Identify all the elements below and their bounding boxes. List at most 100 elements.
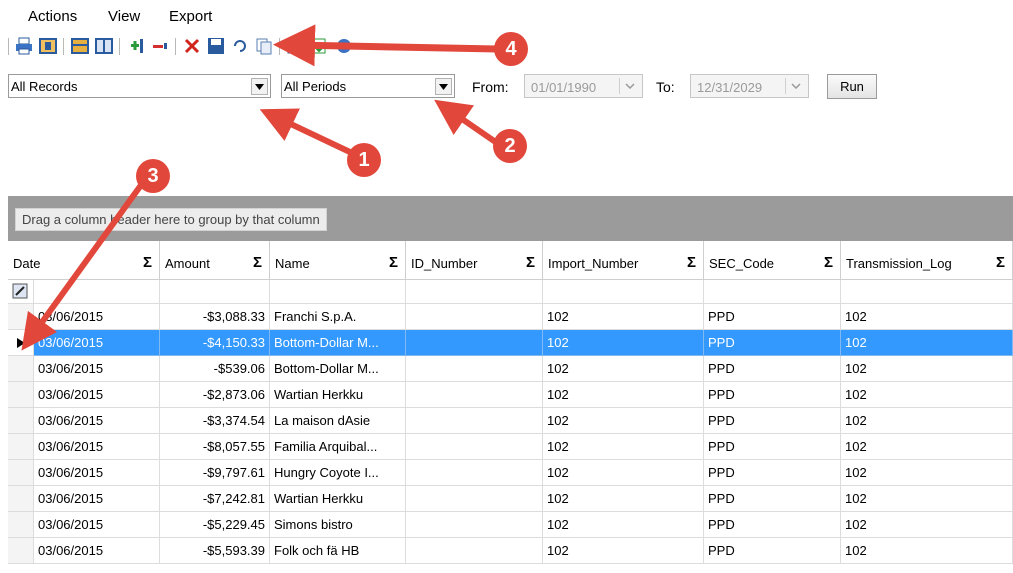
group-by-panel[interactable]: Drag a column header here to group by th… (8, 196, 1013, 241)
cell-date[interactable]: 03/06/2015 (34, 408, 160, 434)
table-icon[interactable] (286, 36, 306, 56)
cell-import-number[interactable]: 102 (543, 460, 704, 486)
column-header-date[interactable]: Date Σ (8, 241, 160, 280)
cell-name[interactable]: Bottom-Dollar M... (270, 330, 406, 356)
add-row-icon[interactable] (126, 36, 146, 56)
row-selector[interactable] (8, 408, 34, 434)
cell-sec-code[interactable]: PPD (704, 434, 841, 460)
table-row[interactable]: 03/06/2015 -$2,873.06 Wartian Herkku 102 PPD… (8, 382, 1013, 408)
cell-transmission-log[interactable]: 102 (841, 460, 1013, 486)
cell-name[interactable]: La maison dAsie (270, 408, 406, 434)
cell-id-number[interactable] (406, 434, 543, 460)
sum-icon[interactable]: Σ (526, 254, 535, 271)
row-selector[interactable] (8, 460, 34, 486)
filter-cell-name[interactable] (270, 280, 406, 304)
cell-name[interactable]: Hungry Coyote I... (270, 460, 406, 486)
column-header-amount[interactable]: Amount Σ (160, 241, 270, 280)
filter-cell-amount[interactable] (160, 280, 270, 304)
cell-name[interactable]: Wartian Herkku (270, 486, 406, 512)
cell-amount[interactable]: -$3,374.54 (160, 408, 270, 434)
chevron-down-icon[interactable] (251, 78, 268, 95)
cell-date[interactable]: 03/06/2015 (34, 460, 160, 486)
delete-icon[interactable] (182, 36, 202, 56)
cell-import-number[interactable]: 102 (543, 330, 704, 356)
table-row[interactable]: 03/06/2015 -$3,088.33 Franchi S.p.A. 102 PPD… (8, 304, 1013, 330)
cell-transmission-log[interactable]: 102 (841, 304, 1013, 330)
filter-cell-sec-code[interactable] (704, 280, 841, 304)
export-icon[interactable] (310, 36, 330, 56)
cell-amount[interactable]: -$5,229.45 (160, 512, 270, 538)
column-header-id-number[interactable]: ID_Number Σ (406, 241, 543, 280)
cell-sec-code[interactable]: PPD (704, 408, 841, 434)
cell-import-number[interactable]: 102 (543, 382, 704, 408)
run-button[interactable]: Run (827, 74, 877, 99)
sum-icon[interactable]: Σ (389, 254, 398, 271)
cell-sec-code[interactable]: PPD (704, 486, 841, 512)
cell-transmission-log[interactable]: 102 (841, 330, 1013, 356)
cell-name[interactable]: Familia Arquibal... (270, 434, 406, 460)
cell-amount[interactable]: -$2,873.06 (160, 382, 270, 408)
undo-icon[interactable] (230, 36, 250, 56)
table-row[interactable]: 03/06/2015 -$7,242.81 Wartian Herkku 102 PPD… (8, 486, 1013, 512)
row-selector[interactable] (8, 356, 34, 382)
cell-import-number[interactable]: 102 (543, 512, 704, 538)
cell-amount[interactable]: -$5,593.39 (160, 538, 270, 564)
filter-cell-transmission-log[interactable] (841, 280, 1013, 304)
chevron-down-icon[interactable] (619, 78, 640, 94)
cell-import-number[interactable]: 102 (543, 538, 704, 564)
filter-cell-import-number[interactable] (543, 280, 704, 304)
print-icon[interactable] (14, 36, 34, 56)
cell-date[interactable]: 03/06/2015 (34, 512, 160, 538)
table-row[interactable]: 03/06/2015 -$539.06 Bottom-Dollar M... 102 P… (8, 356, 1013, 382)
column-header-name[interactable]: Name Σ (270, 241, 406, 280)
cell-amount[interactable]: -$4,150.33 (160, 330, 270, 356)
chevron-down-icon[interactable] (435, 78, 452, 95)
cell-date[interactable]: 03/06/2015 (34, 538, 160, 564)
grid-alt-icon[interactable] (94, 36, 114, 56)
grid-icon[interactable] (70, 36, 90, 56)
cell-import-number[interactable]: 102 (543, 408, 704, 434)
cell-sec-code[interactable]: PPD (704, 460, 841, 486)
table-row[interactable]: 03/06/2015 -$5,229.45 Simons bistro 102 PPD 1… (8, 512, 1013, 538)
cell-amount[interactable]: -$9,797.61 (160, 460, 270, 486)
cell-import-number[interactable]: 102 (543, 486, 704, 512)
sum-icon[interactable]: Σ (996, 254, 1005, 271)
periods-dropdown[interactable]: All Periods (281, 74, 455, 98)
cell-date[interactable]: 03/06/2015 (34, 382, 160, 408)
table-row[interactable]: 03/06/2015 -$9,797.61 Hungry Coyote I... 10… (8, 460, 1013, 486)
current-row-indicator[interactable] (8, 330, 34, 356)
cell-id-number[interactable] (406, 538, 543, 564)
cell-id-number[interactable] (406, 512, 543, 538)
from-date-picker[interactable]: 01/01/1990 (524, 74, 643, 98)
copy-icon[interactable] (254, 36, 274, 56)
column-header-sec-code[interactable]: SEC_Code Σ (704, 241, 841, 280)
cell-id-number[interactable] (406, 408, 543, 434)
sum-icon[interactable]: Σ (253, 254, 262, 271)
cell-sec-code[interactable]: PPD (704, 538, 841, 564)
cell-amount[interactable]: -$3,088.33 (160, 304, 270, 330)
menu-view[interactable]: View (108, 8, 140, 25)
cell-amount[interactable]: -$8,057.55 (160, 434, 270, 460)
row-selector[interactable] (8, 538, 34, 564)
table-row[interactable]: 03/06/2015 -$5,593.39 Folk och fä HB 102 PPD… (8, 538, 1013, 564)
cell-date[interactable]: 03/06/2015 (34, 304, 160, 330)
row-selector[interactable] (8, 382, 34, 408)
column-header-transmission-log[interactable]: Transmission_Log Σ (841, 241, 1013, 280)
refresh-icon[interactable] (334, 36, 354, 56)
cell-transmission-log[interactable]: 102 (841, 538, 1013, 564)
filter-row-edit-cell[interactable] (8, 280, 34, 304)
cell-id-number[interactable] (406, 460, 543, 486)
to-date-picker[interactable]: 12/31/2029 (690, 74, 809, 98)
table-row[interactable]: 03/06/2015 -$4,150.33 Bottom-Dollar M... 10… (8, 330, 1013, 356)
table-row[interactable]: 03/06/2015 -$3,374.54 La maison dAsie 102 PP… (8, 408, 1013, 434)
cell-transmission-log[interactable]: 102 (841, 408, 1013, 434)
cell-sec-code[interactable]: PPD (704, 330, 841, 356)
cell-name[interactable]: Wartian Herkku (270, 382, 406, 408)
row-selector[interactable] (8, 486, 34, 512)
cell-name[interactable]: Folk och fä HB (270, 538, 406, 564)
cell-name[interactable]: Simons bistro (270, 512, 406, 538)
sum-icon[interactable]: Σ (143, 254, 152, 271)
cell-import-number[interactable]: 102 (543, 434, 704, 460)
cell-date[interactable]: 03/06/2015 (34, 330, 160, 356)
cell-transmission-log[interactable]: 102 (841, 486, 1013, 512)
